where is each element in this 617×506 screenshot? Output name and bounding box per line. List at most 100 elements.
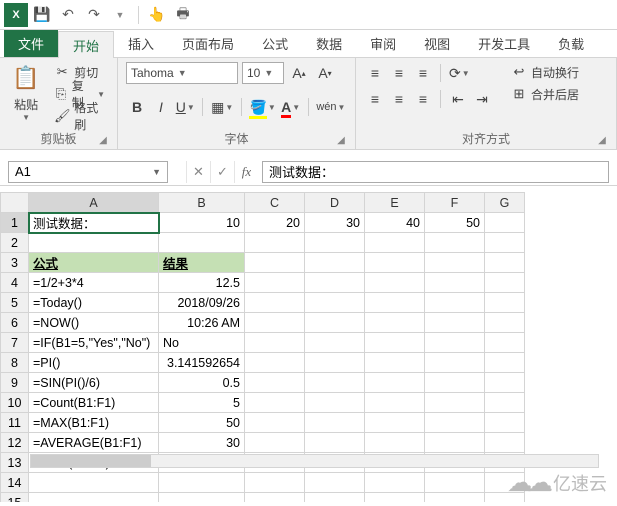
row-header[interactable]: 3: [1, 253, 29, 273]
cell[interactable]: 结果: [159, 253, 245, 273]
cell[interactable]: [365, 273, 425, 293]
formula-input[interactable]: 测试数据：: [262, 161, 609, 183]
cell[interactable]: [485, 313, 525, 333]
column-header[interactable]: B: [159, 193, 245, 213]
redo-icon[interactable]: ↷: [82, 3, 106, 27]
cell[interactable]: [365, 373, 425, 393]
cell[interactable]: [245, 233, 305, 253]
row-header[interactable]: 10: [1, 393, 29, 413]
cell[interactable]: 0.5: [159, 373, 245, 393]
row-header[interactable]: 14: [1, 473, 29, 493]
cell[interactable]: [245, 293, 305, 313]
font-name-combo[interactable]: Tahoma▼: [126, 62, 238, 84]
cell[interactable]: [305, 413, 365, 433]
cell[interactable]: [159, 233, 245, 253]
cell[interactable]: [365, 293, 425, 313]
tab-view[interactable]: 视图: [410, 30, 464, 57]
cell[interactable]: [425, 493, 485, 503]
row-header[interactable]: 11: [1, 413, 29, 433]
name-box[interactable]: A1▼: [8, 161, 168, 183]
cell[interactable]: =SIN(PI()/6): [29, 373, 159, 393]
cell[interactable]: =IF(B1=5,"Yes","No"): [29, 333, 159, 353]
qat-customize-icon[interactable]: ▼: [108, 3, 132, 27]
orientation-icon[interactable]: ⟳▼: [447, 62, 472, 84]
border-button[interactable]: ▦▼: [209, 96, 234, 118]
cell[interactable]: 50: [159, 413, 245, 433]
cell[interactable]: [245, 253, 305, 273]
row-header[interactable]: 2: [1, 233, 29, 253]
save-icon[interactable]: 💾: [30, 3, 54, 27]
cell[interactable]: [245, 313, 305, 333]
cell[interactable]: =Today(): [29, 293, 159, 313]
align-bottom-icon[interactable]: ≡: [412, 62, 434, 84]
cell[interactable]: [425, 433, 485, 453]
touch-mode-icon[interactable]: 👆: [145, 3, 169, 27]
cell[interactable]: [29, 493, 159, 503]
cell[interactable]: 40: [365, 213, 425, 233]
cell[interactable]: =Count(B1:F1): [29, 393, 159, 413]
cell[interactable]: [485, 293, 525, 313]
row-header[interactable]: 7: [1, 333, 29, 353]
cell[interactable]: [485, 413, 525, 433]
row-header[interactable]: 15: [1, 493, 29, 503]
cell[interactable]: 3.141592654: [159, 353, 245, 373]
increase-font-icon[interactable]: A▴: [288, 62, 310, 84]
cell[interactable]: [159, 473, 245, 493]
row-header[interactable]: 13: [1, 453, 29, 473]
select-all-corner[interactable]: [1, 193, 29, 213]
cell[interactable]: =NOW(): [29, 313, 159, 333]
cell[interactable]: [245, 353, 305, 373]
insert-function-icon[interactable]: fx: [234, 161, 258, 183]
cell[interactable]: [485, 273, 525, 293]
print-icon[interactable]: 🖶: [171, 3, 195, 27]
cell[interactable]: [425, 373, 485, 393]
cell[interactable]: [305, 493, 365, 503]
row-header[interactable]: 5: [1, 293, 29, 313]
align-middle-icon[interactable]: ≡: [388, 62, 410, 84]
bold-button[interactable]: B: [126, 96, 148, 118]
horizontal-scrollbar[interactable]: [30, 454, 599, 468]
cell[interactable]: [305, 293, 365, 313]
cell[interactable]: [305, 333, 365, 353]
cell[interactable]: [425, 233, 485, 253]
increase-indent-icon[interactable]: ⇥: [471, 88, 493, 110]
font-color-button[interactable]: A▼: [279, 96, 301, 118]
row-header[interactable]: 1: [1, 213, 29, 233]
cell[interactable]: [365, 353, 425, 373]
cell[interactable]: [365, 393, 425, 413]
row-header[interactable]: 8: [1, 353, 29, 373]
cell[interactable]: [365, 233, 425, 253]
fill-color-button[interactable]: 🪣▼: [248, 96, 278, 118]
cell[interactable]: 10:26 AM: [159, 313, 245, 333]
cell[interactable]: [245, 393, 305, 413]
cell[interactable]: =1/2+3*4: [29, 273, 159, 293]
cell[interactable]: [29, 233, 159, 253]
column-header[interactable]: E: [365, 193, 425, 213]
cell[interactable]: 公式: [29, 253, 159, 273]
align-top-icon[interactable]: ≡: [364, 62, 386, 84]
cell[interactable]: [425, 253, 485, 273]
cell[interactable]: [365, 433, 425, 453]
column-header[interactable]: D: [305, 193, 365, 213]
cell[interactable]: [485, 253, 525, 273]
cell[interactable]: 测试数据：: [29, 213, 159, 233]
row-header[interactable]: 4: [1, 273, 29, 293]
cell[interactable]: 10: [159, 213, 245, 233]
cell[interactable]: [245, 493, 305, 503]
cell[interactable]: 5: [159, 393, 245, 413]
cell[interactable]: [305, 393, 365, 413]
cell[interactable]: [245, 333, 305, 353]
tab-home[interactable]: 开始: [58, 31, 114, 58]
cell[interactable]: 30: [305, 213, 365, 233]
cell[interactable]: =PI(): [29, 353, 159, 373]
row-header[interactable]: 9: [1, 373, 29, 393]
tab-developer[interactable]: 开发工具: [464, 30, 544, 57]
cell[interactable]: [305, 433, 365, 453]
tab-file[interactable]: 文件: [4, 30, 58, 57]
cell[interactable]: [425, 313, 485, 333]
cell[interactable]: [245, 473, 305, 493]
column-header[interactable]: A: [29, 193, 159, 213]
cell[interactable]: [485, 393, 525, 413]
cell[interactable]: [425, 273, 485, 293]
cell[interactable]: =MAX(B1:F1): [29, 413, 159, 433]
